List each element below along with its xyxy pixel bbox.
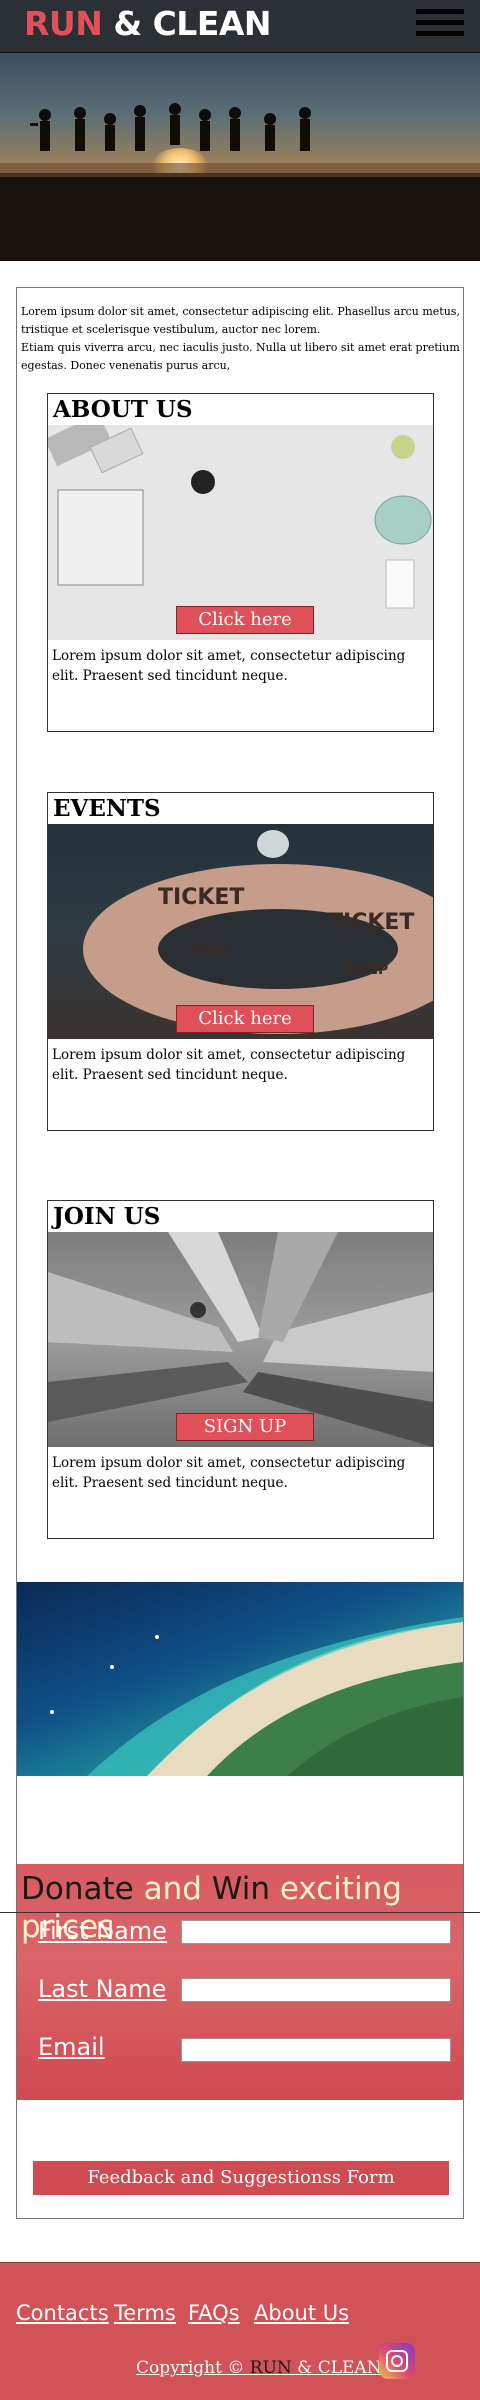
- first-name-input[interactable]: [181, 1920, 451, 1944]
- copyright-text: Copyright © RUN & CLEAN: [136, 2357, 382, 2379]
- site-header: RUN & CLEAN: [0, 0, 480, 53]
- donate-word: Donate: [21, 1871, 134, 1907]
- events-click-here-button[interactable]: Click here: [176, 1005, 314, 1033]
- svg-text:TICKET: TICKET: [158, 885, 244, 910]
- and-word: and: [133, 1871, 212, 1907]
- footer-link-faqs[interactable]: FAQs: [188, 2300, 240, 2326]
- card-description: Lorem ipsum dolor sit amet, consectetur …: [52, 1455, 406, 1491]
- brand-clean: & CLEAN: [102, 4, 272, 43]
- about-click-here-button[interactable]: Click here: [176, 606, 314, 634]
- card-title: ABOUT US: [53, 396, 193, 423]
- svg-text:KEEP: KEEP: [188, 942, 228, 958]
- events-image: TICKET TICKET KEEP KEEP Click here: [48, 824, 433, 1039]
- brand-run: RUN: [24, 4, 103, 43]
- last-name-label: Last Name: [38, 1975, 167, 2003]
- card-join-us: JOIN US SIGN UP Lorem ipsum dolor sit am…: [47, 1200, 434, 1539]
- silhouettes-graphic: [0, 103, 480, 261]
- sign-up-button[interactable]: SIGN UP: [176, 1413, 314, 1441]
- copyright-run: RUN: [249, 2358, 292, 2378]
- win-word: Win: [211, 1871, 270, 1907]
- instagram-icon[interactable]: [379, 2343, 415, 2379]
- intro-text: Lorem ipsum dolor sit amet, consectetur …: [21, 303, 461, 375]
- card-description: Lorem ipsum dolor sit amet, consectetur …: [52, 648, 406, 684]
- first-name-label: First Name: [38, 1917, 167, 1945]
- feedback-form-button[interactable]: Feedback and Suggestionss Form: [33, 2161, 449, 2195]
- donate-heading: Donate and Win exciting prices: [0, 1864, 480, 1945]
- intro-line-2: Etiam quis viverra arcu, nec iaculis jus…: [21, 341, 460, 372]
- footer-link-contacts[interactable]: Contacts: [16, 2300, 109, 2326]
- email-label: Email: [38, 2033, 105, 2061]
- hero-image: [0, 53, 480, 261]
- join-us-image: SIGN UP: [48, 1232, 433, 1447]
- site-footer: [0, 2263, 480, 2400]
- card-description: Lorem ipsum dolor sit amet, consectetur …: [52, 1047, 406, 1083]
- intro-line-1: Lorem ipsum dolor sit amet, consectetur …: [21, 305, 460, 336]
- email-input[interactable]: [181, 2038, 451, 2062]
- copyright-prefix: Copyright ©: [136, 2358, 250, 2378]
- footer-link-about-us[interactable]: About Us: [254, 2300, 349, 2326]
- card-events: EVENTS TICKET TICKET KEEP KEEP Click her…: [47, 792, 434, 1131]
- aerial-beach-image: [17, 1582, 463, 1776]
- footer-link-terms[interactable]: Terms: [114, 2300, 176, 2326]
- card-about-us: ABOUT US Click here Lorem ipsum dolor si…: [47, 393, 434, 732]
- card-title: EVENTS: [53, 795, 161, 822]
- about-image: Click here: [48, 425, 433, 640]
- brand-logo[interactable]: RUN & CLEAN: [24, 4, 272, 44]
- svg-text:KEEP: KEEP: [348, 962, 388, 978]
- copyright-rest: & CLEAN: [291, 2358, 382, 2378]
- last-name-input[interactable]: [181, 1978, 451, 2002]
- svg-text:TICKET: TICKET: [328, 910, 414, 935]
- card-title: JOIN US: [53, 1203, 161, 1230]
- hamburger-menu-icon[interactable]: [416, 9, 464, 37]
